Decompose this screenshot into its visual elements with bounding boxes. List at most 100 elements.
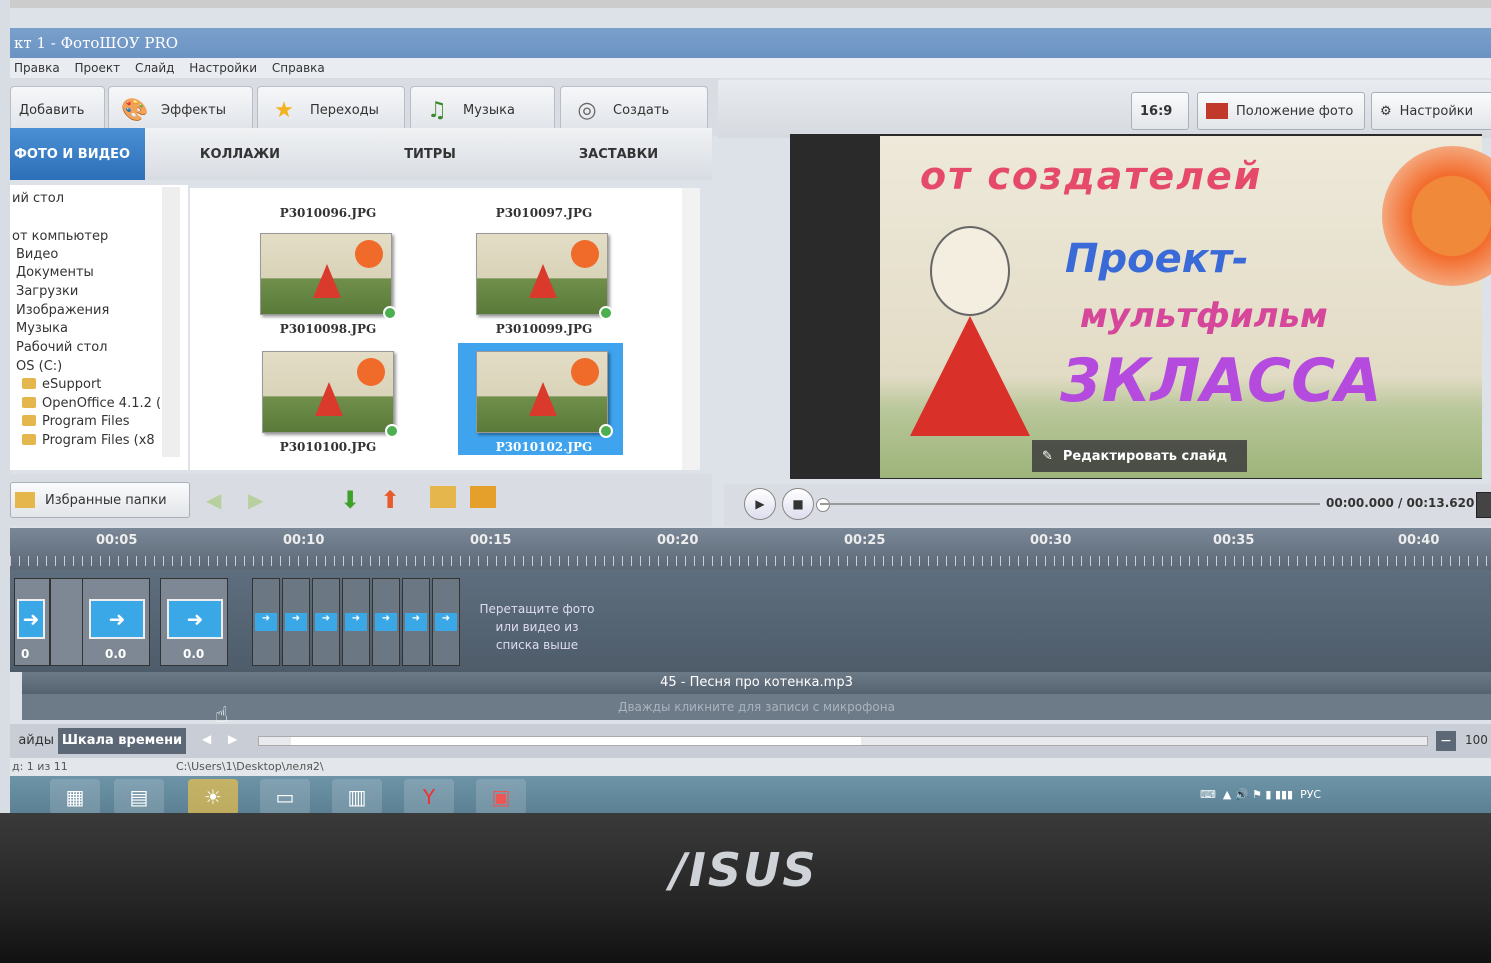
seek-bar[interactable]	[820, 503, 1320, 505]
scroll-left-icon[interactable]: ◀	[202, 732, 211, 746]
thumb-label: P3010096.JPG	[279, 206, 377, 220]
taskbar-app-icon[interactable]: ▦	[50, 779, 100, 813]
music-button[interactable]: ♫ Музыка	[410, 86, 555, 134]
scroll-right-icon[interactable]: ▶	[228, 732, 237, 746]
scrollbar-thumb[interactable]	[291, 737, 861, 745]
timeline-clip[interactable]: ➜ 0	[14, 578, 50, 666]
add-down-arrow-icon[interactable]: ⬇	[340, 486, 360, 514]
explorer-taskbar-icon[interactable]: ▭	[260, 779, 310, 813]
language-indicator[interactable]: РУС	[1300, 788, 1321, 801]
timeline-clip-mini[interactable]: ➜	[432, 578, 460, 666]
photo-thumbnail-selected[interactable]	[476, 351, 613, 438]
slides-view-button[interactable]: айды	[10, 728, 54, 754]
taskbar-app-icon[interactable]: ▥	[332, 779, 382, 813]
edit-slide-button[interactable]: ✎ Редактировать слайд	[1032, 440, 1247, 472]
menu-edit[interactable]: Правка	[14, 61, 60, 75]
tab-collages[interactable]: КОЛЛАЖИ	[145, 128, 335, 180]
tree-item[interactable]: Музыка	[16, 321, 68, 336]
check-icon	[599, 424, 613, 438]
tree-folder-item[interactable]: Program Files	[22, 414, 130, 429]
tree-folder-item[interactable]: OpenOffice 4.1.2 (	[22, 396, 161, 411]
timeline-scrollbar[interactable]	[258, 736, 1428, 746]
seek-handle[interactable]	[816, 498, 830, 512]
timeline-clip-mini[interactable]: ➜	[372, 578, 400, 666]
keyboard-icon[interactable]: ⌨	[1200, 788, 1216, 801]
slide-text-line4: 3КЛАССА	[1060, 346, 1382, 416]
photo-thumbnail[interactable]	[476, 233, 613, 320]
create-button[interactable]: ◎ Создать	[560, 86, 708, 134]
timeline-view-button[interactable]: Шкала времени	[58, 728, 186, 754]
girl-dress-drawing	[910, 316, 1030, 436]
menu-project[interactable]: Проект	[75, 61, 121, 75]
favorite-folders-button[interactable]: Избранные папки	[10, 482, 190, 518]
thumb-label: P3010098.JPG	[279, 322, 377, 336]
stop-button[interactable]: ■	[782, 488, 814, 520]
tree-scrollbar[interactable]	[162, 187, 180, 457]
tab-intros[interactable]: ЗАСТАВКИ	[525, 128, 712, 180]
slide-preview: от создателей Проект- мультфильм 3КЛАССА	[790, 134, 1491, 479]
wall-background	[0, 0, 10, 930]
zoom-level: 100	[1465, 733, 1488, 747]
photo-thumbnail[interactable]	[262, 351, 399, 438]
timeline-clip[interactable]: ➜ 0.0	[82, 578, 150, 666]
music-track[interactable]: 45 - Песня про котенка.mp3	[22, 672, 1491, 694]
timeline-clip-mini[interactable]: ➜	[342, 578, 370, 666]
menu-slide[interactable]: Слайд	[135, 61, 175, 75]
zoom-out-button[interactable]: −	[1436, 731, 1456, 751]
photo-position-button[interactable]: Положение фото	[1197, 92, 1365, 130]
tree-item[interactable]: Рабочий стол	[16, 340, 107, 355]
play-button[interactable]: ▶	[744, 488, 776, 520]
taskbar-app-icon[interactable]: ▤	[114, 779, 164, 813]
window-title: кт 1 - ФотоШОУ PRO	[14, 34, 179, 52]
gallery-scrollbar[interactable]	[682, 188, 700, 470]
transitions-button[interactable]: ★ Переходы	[257, 86, 405, 134]
yandex-browser-icon[interactable]: Y	[404, 779, 454, 813]
add-button[interactable]: Добавить	[10, 86, 105, 134]
drop-hint: Перетащите фото или видео из списка выше	[479, 602, 595, 652]
microphone-track[interactable]: Дважды кликните для записи с микрофона	[22, 694, 1491, 720]
star-icon: ★	[274, 97, 294, 123]
tree-folder-item[interactable]: Program Files (x8	[22, 433, 155, 448]
settings-button[interactable]: ⚙ Настройки	[1371, 92, 1491, 130]
camera-icon[interactable]	[1476, 492, 1491, 518]
menu-help[interactable]: Справка	[272, 61, 325, 75]
forward-arrow-icon[interactable]: ▶	[248, 488, 263, 512]
back-arrow-icon[interactable]: ◀	[206, 488, 221, 512]
tree-item[interactable]: Видео	[16, 247, 58, 262]
tree-item[interactable]: OS (C:)	[16, 359, 62, 374]
open-folder-icon[interactable]	[430, 486, 456, 508]
check-icon	[383, 306, 397, 320]
timeline-clip-mini[interactable]: ➜	[282, 578, 310, 666]
slide-track: ➜ 0 ➜ 0.0 ➜ 0.0 ➜ ➜ ➜ ➜ ➜ ➜ ➜ Перетащите фо…	[10, 570, 1491, 672]
timeline-clip[interactable]: ➜ 0.0	[160, 578, 228, 666]
menu-settings[interactable]: Настройки	[189, 61, 257, 75]
folder-icon	[22, 378, 36, 389]
mouse-cursor-icon: ☝	[215, 703, 229, 728]
tab-photo-video[interactable]: ФОТО И ВИДЕО	[10, 128, 145, 180]
tree-item[interactable]: от компьютер	[12, 229, 108, 244]
timeline-clip-mini[interactable]: ➜	[402, 578, 430, 666]
ruler-tick-label: 00:10	[283, 533, 325, 548]
tree-item[interactable]: ий стол	[12, 191, 64, 206]
photoshow-taskbar-icon[interactable]: ☀	[188, 779, 238, 813]
ruler-tick-label: 00:40	[1398, 533, 1440, 548]
player-controls: ▶ ■ 00:00.000 / 00:13.620	[724, 484, 1491, 526]
tree-item[interactable]: Изображения	[16, 303, 109, 318]
folder-icon	[22, 415, 36, 426]
folder-star-icon[interactable]	[470, 486, 496, 508]
tab-titles[interactable]: ТИТРЫ	[335, 128, 525, 180]
tree-folder-item[interactable]: eSupport	[22, 377, 101, 392]
tree-item[interactable]: Загрузки	[16, 284, 78, 299]
timeline-clip-mini[interactable]: ➜	[252, 578, 280, 666]
up-arrow-icon[interactable]: ⬆	[380, 486, 400, 514]
check-icon	[599, 306, 613, 320]
sun-drawing	[1382, 146, 1491, 286]
timeline-clip-mini[interactable]: ➜	[312, 578, 340, 666]
effects-button[interactable]: 🎨 Эффекты	[108, 86, 253, 134]
photo-thumbnail[interactable]	[260, 233, 397, 320]
taskbar-app-icon[interactable]: ▣	[476, 779, 526, 813]
aspect-ratio-button[interactable]: 16:9	[1131, 92, 1189, 130]
ruler-ticks	[10, 556, 1491, 566]
ruler-tick-label: 00:35	[1213, 533, 1255, 548]
tree-item[interactable]: Документы	[16, 265, 94, 280]
